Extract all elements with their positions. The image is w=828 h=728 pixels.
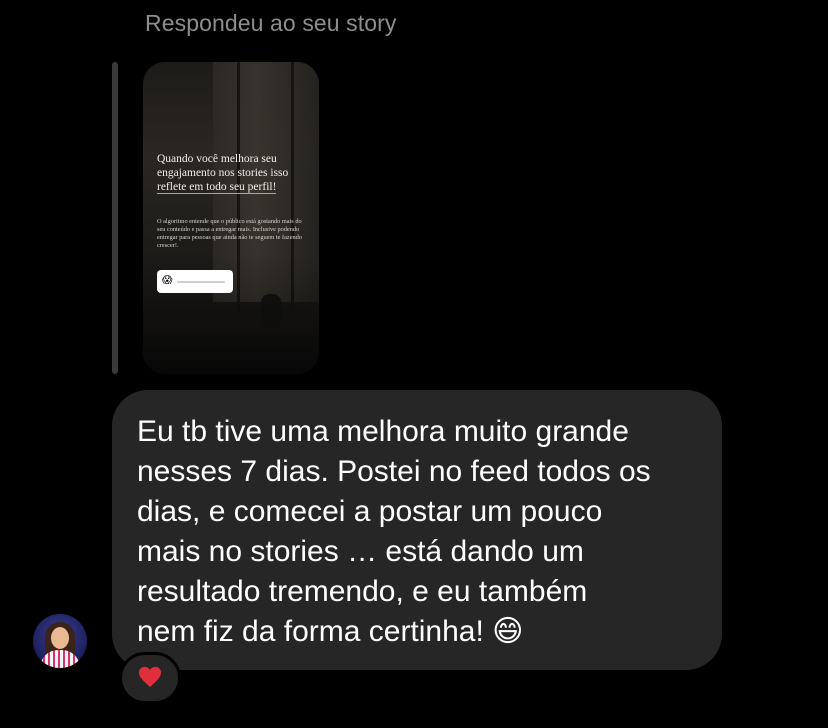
heart-icon	[138, 666, 162, 687]
reaction-badge[interactable]	[119, 652, 181, 704]
avatar-face	[51, 627, 69, 649]
story-thumbnail[interactable]: Quando você melhora seu engajamento nos …	[143, 62, 319, 374]
message-bubble[interactable]: Eu tb tive uma melhora muito grande ness…	[112, 390, 722, 670]
story-title-accent: reflete em todo seu perfil!	[157, 181, 277, 194]
story-emoji-slider: 😱	[157, 270, 233, 293]
message-text: Eu tb tive uma melhora muito grande ness…	[137, 415, 651, 648]
replied-to-story-label: Respondeu ao seu story	[145, 10, 397, 36]
sender-avatar[interactable]	[33, 614, 87, 668]
story-body-text: O algoritmo entende que o público está g…	[157, 218, 302, 249]
reply-indicator-bar	[112, 62, 118, 374]
story-slider-track	[177, 281, 225, 283]
story-title-text: Quando você melhora seu engajamento nos …	[157, 153, 289, 179]
story-slider-emoji: 😱	[162, 275, 173, 286]
story-title: Quando você melhora seu engajamento nos …	[157, 152, 307, 194]
